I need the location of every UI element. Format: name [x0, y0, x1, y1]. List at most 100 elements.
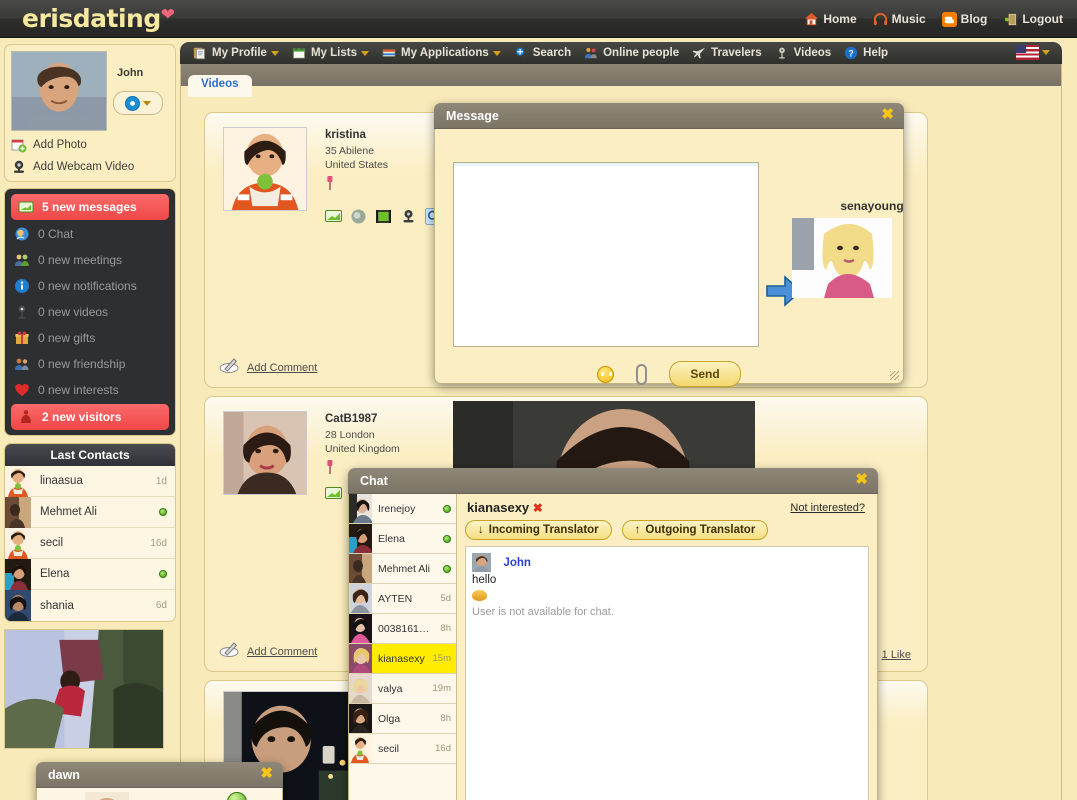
online-status-icon: [159, 508, 167, 516]
chat-icon[interactable]: [350, 208, 367, 225]
add-comment-button[interactable]: Add Comment: [219, 642, 317, 661]
language-selector[interactable]: [1016, 45, 1050, 60]
topnav-blog[interactable]: Blog: [936, 9, 994, 30]
profile-settings-button[interactable]: [113, 91, 163, 115]
chat-message-sender[interactable]: John: [503, 557, 530, 569]
feed-username[interactable]: CatB1987: [325, 413, 377, 425]
sidebar-photo[interactable]: [4, 629, 164, 749]
menu-item-interests[interactable]: 0 new interests: [5, 377, 175, 403]
message-peer-avatar[interactable]: [792, 218, 892, 298]
nav-travelers[interactable]: Travelers: [687, 44, 767, 63]
menu-item-gifts[interactable]: 0 new gifts: [5, 325, 175, 351]
close-icon[interactable]: ✖: [855, 472, 868, 487]
contact-row[interactable]: shania 6d: [5, 590, 175, 621]
incoming-translator-button[interactable]: ↓ Incoming Translator: [465, 520, 612, 540]
feed-age-city: 28 London: [325, 429, 375, 441]
video-badge-icon: [775, 46, 790, 61]
menu-item-messages[interactable]: 5 new messages: [11, 194, 169, 220]
nav-online-people[interactable]: Online people: [579, 44, 684, 63]
contact-row[interactable]: Elena: [5, 558, 175, 590]
contact-row[interactable]: linaasua 1d: [5, 465, 175, 497]
add-comment-button[interactable]: Add Comment: [219, 358, 317, 377]
avatar[interactable]: [85, 792, 129, 800]
chat-contact-meta: 8h: [440, 623, 451, 634]
send-message-icon[interactable]: [325, 208, 342, 225]
smiley-icon[interactable]: [597, 365, 615, 383]
message-icon: [18, 199, 34, 215]
site-logo-text: erisdating: [22, 4, 161, 33]
comment-pencil-icon: [219, 642, 239, 661]
send-message-icon[interactable]: [325, 485, 342, 502]
chat-status-text: User is not available for chat.: [472, 606, 614, 618]
site-logo[interactable]: erisdating❤: [22, 4, 175, 33]
video-icon[interactable]: [375, 208, 392, 225]
avatar[interactable]: [11, 51, 107, 131]
feed-location: 35 Abilene United States: [325, 144, 388, 172]
nav-search[interactable]: Search: [509, 44, 576, 63]
nav-my-lists[interactable]: My Lists: [287, 44, 374, 63]
gear-icon: [125, 95, 140, 111]
chat-contact-row[interactable]: Irenejoy: [349, 494, 456, 524]
menu-item-videos[interactable]: 0 new videos: [5, 299, 175, 325]
not-interested-link[interactable]: Not interested?: [790, 502, 865, 514]
chat-contact-row[interactable]: kianasexy 15m: [349, 644, 456, 674]
chat-contact-row[interactable]: secil 16d: [349, 734, 456, 764]
headphones-icon: [873, 12, 888, 27]
nav-my-applications[interactable]: My Applications: [377, 44, 506, 63]
chevron-down-icon: [270, 50, 279, 56]
likes-link[interactable]: 1 Like: [882, 649, 911, 661]
avatar: [5, 527, 31, 559]
menu-item-messages-label: 5 new messages: [42, 200, 137, 214]
menu-item-friendship[interactable]: 0 new friendship: [5, 351, 175, 377]
nav-my-profile[interactable]: My Profile: [188, 44, 284, 63]
chat-contact-row[interactable]: Mehmet Ali: [349, 554, 456, 584]
menu-item-chat[interactable]: 0 Chat: [5, 221, 175, 247]
arrow-up-icon: ↑: [634, 524, 641, 536]
tab-videos[interactable]: Videos: [188, 75, 252, 97]
contact-name: Elena: [40, 568, 70, 580]
paperclip-icon[interactable]: [636, 363, 648, 385]
chat-contact-row[interactable]: valya 19m: [349, 674, 456, 704]
nav-help[interactable]: ? Help: [839, 44, 893, 63]
menu-item-meetings-label: 0 new meetings: [38, 253, 123, 267]
menu-item-visitors[interactable]: 2 new visitors: [11, 404, 169, 430]
send-button[interactable]: Send: [669, 361, 741, 387]
chat-contact-row[interactable]: Elena: [349, 524, 456, 554]
message-dialog-body: senayoung Send: [434, 129, 904, 387]
add-photo-link[interactable]: Add Photo: [11, 137, 169, 153]
menu-item-visitors-label: 2 new visitors: [42, 410, 122, 424]
nav-search-label: Search: [532, 47, 572, 59]
topnav-logout[interactable]: Logout: [997, 9, 1069, 30]
remove-peer-icon[interactable]: ✖: [533, 501, 543, 515]
close-icon[interactable]: ✖: [881, 107, 894, 122]
topnav-music[interactable]: Music: [867, 9, 932, 30]
online-green-icon[interactable]: [227, 792, 247, 800]
nav-videos[interactable]: Videos: [770, 44, 837, 63]
topnav-home[interactable]: Home: [798, 9, 862, 30]
contact-row[interactable]: Mehmet Ali: [5, 496, 175, 528]
online-status-icon: [159, 570, 167, 578]
chat-contact-meta: 19m: [432, 683, 451, 694]
add-webcam-video-link[interactable]: Add Webcam Video: [11, 159, 169, 175]
feed-username[interactable]: kristina: [325, 129, 366, 141]
pin-icon: [325, 460, 335, 474]
chat-contact-row[interactable]: Olga 8h: [349, 704, 456, 734]
menu-item-videos-label: 0 new videos: [38, 305, 109, 319]
chat-contact-row[interactable]: 0038161280... 8h: [349, 614, 456, 644]
outgoing-translator-button[interactable]: ↑ Outgoing Translator: [621, 520, 769, 540]
blogger-icon: [941, 11, 957, 27]
chat-contact-name: kianasexy: [378, 652, 425, 665]
people-icon: [584, 46, 599, 61]
menu-item-meetings[interactable]: 0 new meetings: [5, 247, 175, 273]
avatar[interactable]: [223, 411, 307, 495]
menu-item-notifications[interactable]: 0 new notifications: [5, 273, 175, 299]
avatar[interactable]: [223, 127, 307, 211]
resize-handle[interactable]: [890, 371, 899, 380]
message-input[interactable]: [453, 162, 759, 347]
chevron-down-icon: [1042, 50, 1050, 55]
avatar: [349, 554, 372, 583]
close-icon[interactable]: ✖: [260, 766, 273, 781]
chat-contact-row[interactable]: AYTEN 5d: [349, 584, 456, 614]
webcam-icon[interactable]: [400, 208, 417, 225]
contact-row[interactable]: secil 16d: [5, 527, 175, 559]
